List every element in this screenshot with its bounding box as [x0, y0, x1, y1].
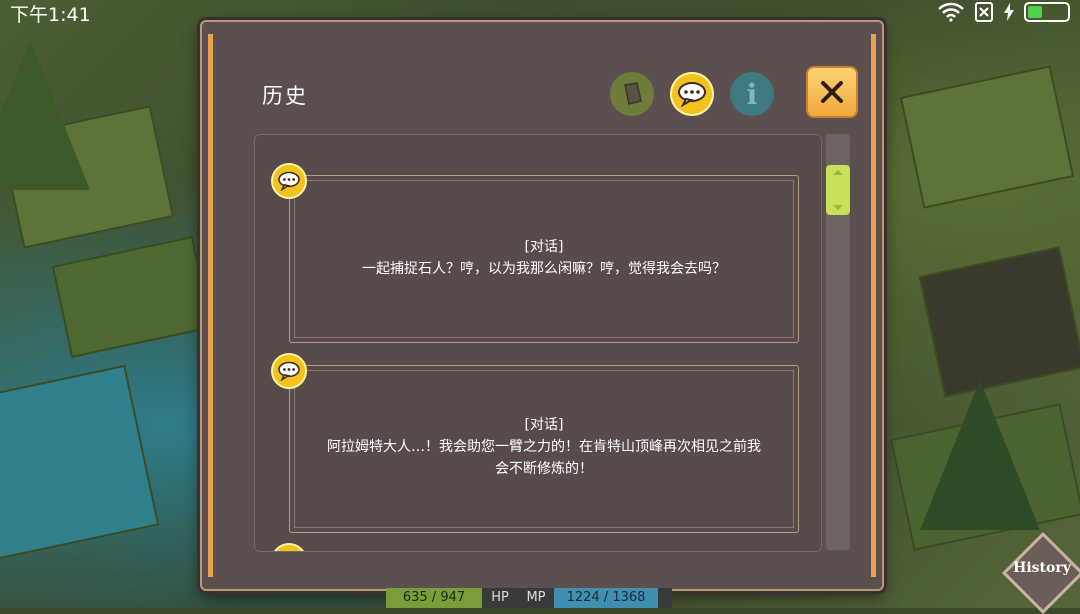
close-button[interactable]: [806, 66, 858, 118]
history-button[interactable]: History: [1001, 531, 1080, 614]
close-icon: [821, 81, 843, 103]
chevron-down-icon: [833, 205, 843, 210]
speech-bubble-icon: [271, 353, 307, 389]
speech-bubble-icon: [271, 163, 307, 199]
entry-line: 一起捕捉石人？哼，以为我那么闲嘛？哼，觉得我会去吗？: [362, 261, 726, 277]
history-button-label: History: [1013, 560, 1071, 576]
sim-off-icon: [975, 2, 993, 22]
scrollbar[interactable]: [826, 134, 850, 550]
quest-scroll-icon: [624, 82, 642, 105]
tab-info[interactable]: i: [730, 72, 774, 116]
status-time: 下午1:41: [10, 4, 91, 26]
hp-label: HP: [482, 588, 518, 608]
chevron-up-icon: [833, 170, 843, 175]
list-item: [对话] 一起捕捉石人？哼，以为我那么闲嘛？哼，觉得我会去吗？: [289, 175, 799, 343]
mp-value: 1224 / 1368: [554, 588, 658, 608]
speech-bubble-icon: [678, 82, 706, 107]
tab-quest[interactable]: [610, 72, 654, 116]
entry-tag: [对话]: [524, 417, 564, 433]
stats-bar: 635 / 947 HP MP 1224 / 1368: [386, 588, 672, 608]
entry-tag: [对话]: [524, 239, 564, 255]
entry-line: 会不断修炼的！: [495, 461, 593, 477]
info-icon: i: [746, 77, 758, 111]
hp-value: 635 / 947: [386, 588, 482, 608]
battery-icon: [1024, 2, 1070, 22]
mp-label: MP: [518, 588, 554, 608]
panel-title: 历史: [262, 84, 308, 108]
speech-bubble-icon: [271, 543, 307, 551]
scroll-thumb[interactable]: [826, 165, 850, 215]
list-item: [对话] 阿拉姆特大人…！我会助您一臂之力的！在肯特山顶峰再次相见之前我 会不断…: [289, 365, 799, 533]
charging-icon: [1004, 3, 1014, 21]
entry-line: 阿拉姆特大人…！我会助您一臂之力的！在肯特山顶峰再次相见之前我: [327, 439, 761, 455]
tab-dialog[interactable]: [670, 72, 714, 116]
wifi-icon: [938, 2, 964, 22]
history-list[interactable]: [对话] 一起捕捉石人？哼，以为我那么闲嘛？哼，觉得我会去吗？ [对话] 阿拉姆…: [254, 134, 822, 552]
history-panel: 历史 i [对话] 一起捕捉石人？哼，以为我那么闲嘛？哼，觉得我会去吗？ [对话…: [200, 20, 884, 591]
